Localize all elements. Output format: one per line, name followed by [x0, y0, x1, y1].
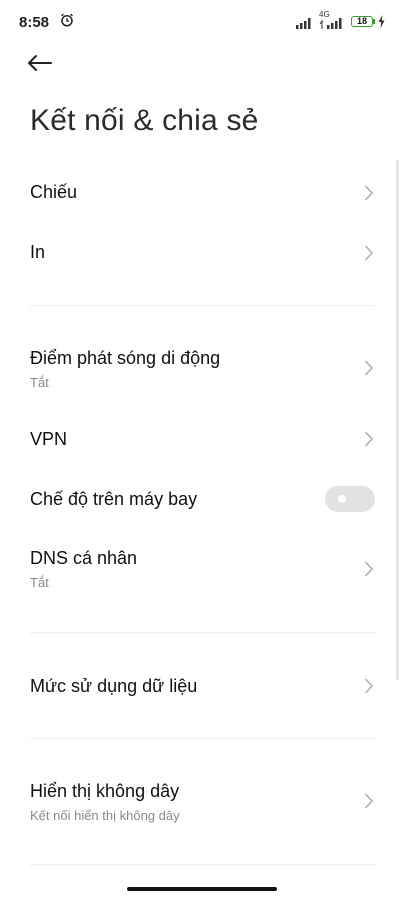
scrollbar[interactable] [396, 160, 399, 680]
section-divider [30, 632, 375, 633]
section-divider [30, 738, 375, 739]
section-divider [30, 864, 375, 865]
item-status: Tắt [30, 575, 49, 590]
list-item-data-usage[interactable]: Mức sử dụng dữ liệu [0, 656, 405, 716]
item-label: In [30, 242, 46, 262]
list-item-vpn[interactable]: VPN [0, 409, 405, 469]
battery-icon: 18 [351, 16, 373, 27]
item-label: Chiếu [30, 182, 78, 202]
toggle-knob [338, 495, 346, 503]
list-item-hotspot[interactable]: Điểm phát sóng di động Tắt [0, 335, 405, 401]
airplane-mode-toggle[interactable] [325, 486, 375, 512]
chevron-right-icon [364, 360, 374, 381]
item-subtitle: Kết nối hiển thị không dây [30, 808, 180, 823]
item-status: Tắt [30, 375, 49, 390]
status-bar: 8:58 4G 18 [0, 0, 405, 44]
chevron-right-icon [364, 793, 374, 814]
signal-icon [319, 16, 349, 34]
item-label: Mức sử dụng dữ liệu [30, 676, 198, 696]
item-label: VPN [30, 429, 68, 449]
arrow-left-icon [26, 55, 52, 78]
home-indicator[interactable] [127, 887, 277, 891]
item-label: Điểm phát sóng di động [30, 348, 221, 368]
item-label: Hiển thị không dây [30, 781, 180, 801]
section-divider [30, 305, 375, 306]
chevron-right-icon [364, 678, 374, 699]
item-label: Chế độ trên máy bay [30, 489, 198, 509]
chevron-right-icon [364, 245, 374, 266]
page-title: Kết nối & chia sẻ [30, 104, 259, 137]
chevron-right-icon [364, 185, 374, 206]
item-label: DNS cá nhân [30, 548, 138, 568]
charging-icon [378, 15, 385, 33]
list-item-private-dns[interactable]: DNS cá nhân Tắt [0, 535, 405, 601]
list-item-airplane-mode: Chế độ trên máy bay [0, 469, 405, 529]
list-item-cast[interactable]: Chiếu [0, 163, 405, 223]
status-time: 8:58 [19, 14, 50, 31]
battery-cap [373, 19, 375, 24]
list-item-wireless-display[interactable]: Hiển thị không dây Kết nối hiển thị khôn… [0, 768, 405, 834]
alarm-icon [60, 13, 74, 32]
status-icons: 4G 18 [296, 10, 391, 34]
list-item-print[interactable]: In [0, 223, 405, 283]
signal-icon [296, 16, 314, 34]
back-button[interactable] [26, 52, 56, 78]
chevron-right-icon [364, 561, 374, 582]
battery-level: 18 [356, 16, 367, 26]
chevron-right-icon [364, 431, 374, 452]
